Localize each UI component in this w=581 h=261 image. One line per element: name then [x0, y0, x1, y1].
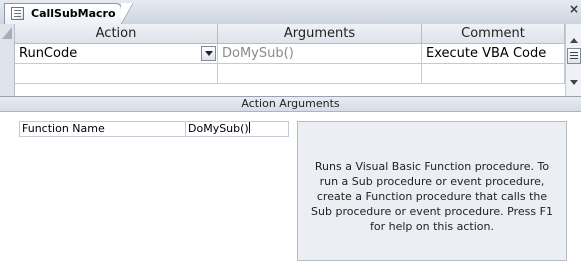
document-tab-strip: CallSubMacro × [0, 0, 581, 25]
action-cell-empty[interactable] [15, 64, 218, 84]
action-cell[interactable]: RunCode [15, 44, 218, 64]
tab-title: CallSubMacro [31, 7, 116, 20]
builder-icon[interactable] [567, 48, 581, 64]
help-text: Runs a Visual Basic Function procedure. … [311, 160, 553, 233]
action-value: RunCode [19, 46, 78, 61]
select-all-corner[interactable] [2, 27, 12, 39]
table-row: RunCode DoMySub() Execute VBA Code [15, 44, 565, 64]
function-name-field[interactable]: DoMySub() [185, 121, 289, 137]
chevron-down-icon[interactable] [201, 46, 216, 61]
comment-cell-empty[interactable] [422, 64, 565, 84]
function-name-label: Function Name [19, 121, 185, 137]
column-header-comment[interactable]: Comment [422, 24, 565, 44]
arguments-cell: DoMySub() [218, 44, 422, 64]
column-header-arguments[interactable]: Arguments [218, 24, 422, 44]
action-arguments-header: Action Arguments [0, 96, 581, 112]
text-caret [248, 122, 250, 133]
macro-grid: Action Arguments Comment RunCode DoMySub… [0, 24, 581, 96]
comment-cell[interactable]: Execute VBA Code [422, 44, 565, 64]
column-header-action[interactable]: Action [15, 24, 218, 44]
function-name-value: DoMySub() [188, 122, 249, 135]
help-panel: Runs a Visual Basic Function procedure. … [297, 121, 567, 261]
close-icon[interactable]: × [569, 2, 579, 16]
macro-icon [11, 7, 24, 20]
tab-callsubmacro[interactable]: CallSubMacro [4, 3, 133, 24]
row-selector-column [0, 24, 15, 96]
scroll-up-icon[interactable] [570, 38, 578, 43]
vertical-scrollbar[interactable] [565, 24, 581, 96]
scroll-down-icon[interactable] [570, 80, 578, 85]
table-row [15, 64, 565, 84]
action-arguments-pane: Function Name DoMySub() Runs a Visual Ba… [0, 112, 581, 261]
arguments-cell-empty [218, 64, 422, 84]
